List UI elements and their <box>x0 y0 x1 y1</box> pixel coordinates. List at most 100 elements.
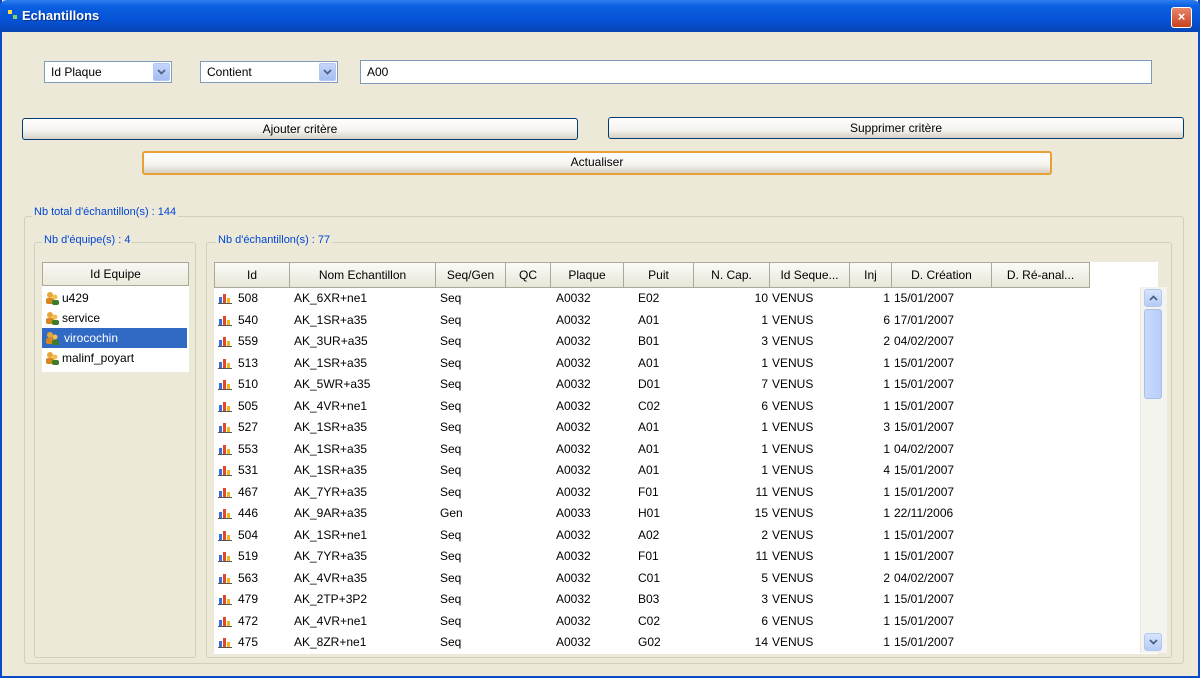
add-criteria-button[interactable]: Ajouter critère <box>22 118 578 140</box>
cell: AK_4VR+a35 <box>294 570 368 585</box>
cell: Seq <box>440 463 462 477</box>
cell: 15/01/2007 <box>894 398 955 413</box>
column-header[interactable]: Id Seque... <box>770 262 850 288</box>
cell: C01 <box>638 570 661 585</box>
table-row[interactable]: 513 AK_1SR+a35 Seq A0032 A01 1 VENUS 1 15/01/200… <box>214 353 1158 375</box>
cell: A01 <box>638 420 660 434</box>
cell: 1 <box>761 355 768 370</box>
table-row[interactable]: 467 AK_7YR+a35 Seq A0032 F01 11 VENUS 1 15/01/20… <box>214 482 1158 504</box>
cell: AK_8ZR+ne1 <box>294 635 367 649</box>
teams-list[interactable]: Id Equipe u429 service virocochin malinf_po… <box>42 262 189 372</box>
chevron-down-icon[interactable] <box>153 63 170 81</box>
refresh-button[interactable]: Actualiser <box>142 151 1052 175</box>
cell: 15/01/2007 <box>894 420 955 434</box>
cell: 1 <box>883 291 890 305</box>
column-header[interactable]: Seq/Gen <box>436 262 506 288</box>
cell: 1 <box>883 635 890 649</box>
app-icon <box>8 10 17 19</box>
column-header[interactable]: QC <box>506 262 551 288</box>
table-row[interactable]: 446 AK_9AR+a35 Gen A0033 H01 15 VENUS 1 22/11/20… <box>214 503 1158 525</box>
column-header[interactable]: Nom Echantillon <box>290 262 436 288</box>
table-row[interactable]: 519 AK_7YR+a35 Seq A0032 F01 11 VENUS 1 15/01/20… <box>214 546 1158 568</box>
table-row[interactable]: 510 AK_5WR+a35 Seq A0032 D01 7 VENUS 1 15/01/200… <box>214 374 1158 396</box>
samples-grid[interactable]: Id Nom Echantillon Seq/Gen QC Plaque Puit N. C… <box>214 262 1158 654</box>
cell: A0032 <box>556 635 591 649</box>
team-list-item[interactable]: u429 <box>42 288 189 308</box>
criteria-operator-select[interactable]: Contient <box>200 61 338 83</box>
user-group-icon <box>46 292 59 305</box>
cell: 2 <box>883 570 890 585</box>
cell: B01 <box>638 334 660 348</box>
cell: 479 <box>238 592 259 606</box>
table-row[interactable]: 479 AK_2TP+3P2 Seq A0032 B03 3 VENUS 1 15/01/200… <box>214 589 1158 611</box>
cell: 6 <box>761 613 768 628</box>
bar-chart-icon <box>218 444 232 455</box>
remove-criteria-button[interactable]: Supprimer critère <box>608 117 1184 139</box>
cell: VENUS <box>772 484 814 499</box>
cell: A0032 <box>556 355 591 370</box>
samples-vertical-scrollbar[interactable] <box>1140 287 1167 653</box>
cell: G02 <box>638 635 661 649</box>
cell: 7 <box>761 377 768 391</box>
cell: VENUS <box>772 312 814 327</box>
cell: 1 <box>761 312 768 327</box>
cell: 1 <box>883 506 890 520</box>
table-row[interactable]: 563 AK_4VR+a35 Seq A0032 C01 5 VENUS 2 04/02/200… <box>214 568 1158 590</box>
cell: 17/01/2007 <box>894 312 955 327</box>
cell: AK_4VR+ne1 <box>294 613 368 628</box>
bar-chart-icon <box>218 552 232 562</box>
teams-column-header[interactable]: Id Equipe <box>42 262 189 286</box>
title-bar[interactable]: Echantillons × <box>0 0 1200 32</box>
cell: A01 <box>638 355 660 370</box>
close-button[interactable]: × <box>1171 7 1192 28</box>
table-row[interactable]: 553 AK_1SR+a35 Seq A0032 A01 1 VENUS 1 04/02/200… <box>214 439 1158 461</box>
cell: Seq <box>440 613 462 628</box>
cell: A0032 <box>556 398 591 413</box>
column-header[interactable]: Plaque <box>551 262 624 288</box>
scroll-up-button[interactable] <box>1144 289 1162 307</box>
column-header[interactable]: D. Création <box>892 262 992 288</box>
chevron-down-icon[interactable] <box>319 63 336 81</box>
column-header[interactable]: Inj <box>850 262 892 288</box>
table-row[interactable]: 527 AK_1SR+a35 Seq A0032 A01 1 VENUS 3 15/01/200… <box>214 417 1158 439</box>
cell: 519 <box>238 549 259 563</box>
criteria-field-select[interactable]: Id Plaque <box>44 61 172 83</box>
column-header[interactable]: N. Cap. <box>694 262 770 288</box>
cell: 3 <box>883 420 890 434</box>
cell: VENUS <box>772 420 814 434</box>
cell: 15/01/2007 <box>894 463 955 477</box>
team-list-item[interactable]: virocochin <box>42 328 187 348</box>
cell: A0032 <box>556 441 591 456</box>
table-row[interactable]: 559 AK_3UR+a35 Seq A0032 B01 3 VENUS 2 04/02/200… <box>214 331 1158 353</box>
scroll-down-button[interactable] <box>1144 633 1162 651</box>
cell: VENUS <box>772 355 814 370</box>
column-header[interactable]: Id <box>214 262 290 288</box>
criteria-value-field[interactable] <box>360 60 1152 84</box>
cell: 1 <box>761 463 768 477</box>
team-list-item[interactable]: service <box>42 308 189 328</box>
bar-chart-icon <box>218 380 232 390</box>
cell: 1 <box>761 441 768 456</box>
cell: F01 <box>638 484 659 499</box>
cell: 2 <box>761 527 768 542</box>
table-row[interactable]: 504 AK_1SR+ne1 Seq A0032 A02 2 VENUS 1 15/01/200… <box>214 525 1158 547</box>
table-row[interactable]: 531 AK_1SR+a35 Seq A0032 A01 1 VENUS 4 15/01/200… <box>214 460 1158 482</box>
cell: 508 <box>238 291 259 305</box>
cell: 475 <box>238 635 259 649</box>
scroll-thumb[interactable] <box>1144 309 1162 399</box>
table-row[interactable]: 475 AK_8ZR+ne1 Seq A0032 G02 14 VENUS 1 15/01/20… <box>214 632 1158 654</box>
table-row[interactable]: 505 AK_4VR+ne1 Seq A0032 C02 6 VENUS 1 15/01/200… <box>214 396 1158 418</box>
cell: A0032 <box>556 334 591 348</box>
column-header[interactable]: Puit <box>624 262 694 288</box>
cell: VENUS <box>772 291 814 305</box>
table-row[interactable]: 508 AK_6XR+ne1 Seq A0032 E02 10 VENUS 1 15/01/20… <box>214 288 1158 310</box>
table-row[interactable]: 540 AK_1SR+a35 Seq A0032 A01 1 VENUS 6 17/01/200… <box>214 310 1158 332</box>
criteria-value-input[interactable] <box>361 61 1151 83</box>
cell: 14 <box>754 635 768 649</box>
team-list-item[interactable]: malinf_poyart <box>42 348 189 368</box>
bar-chart-icon <box>218 423 232 433</box>
table-row[interactable]: 472 AK_4VR+ne1 Seq A0032 C02 6 VENUS 1 15/01/200… <box>214 611 1158 633</box>
cell: VENUS <box>772 635 814 649</box>
column-header[interactable]: D. Ré-anal... <box>992 262 1090 288</box>
cell: VENUS <box>772 549 814 563</box>
